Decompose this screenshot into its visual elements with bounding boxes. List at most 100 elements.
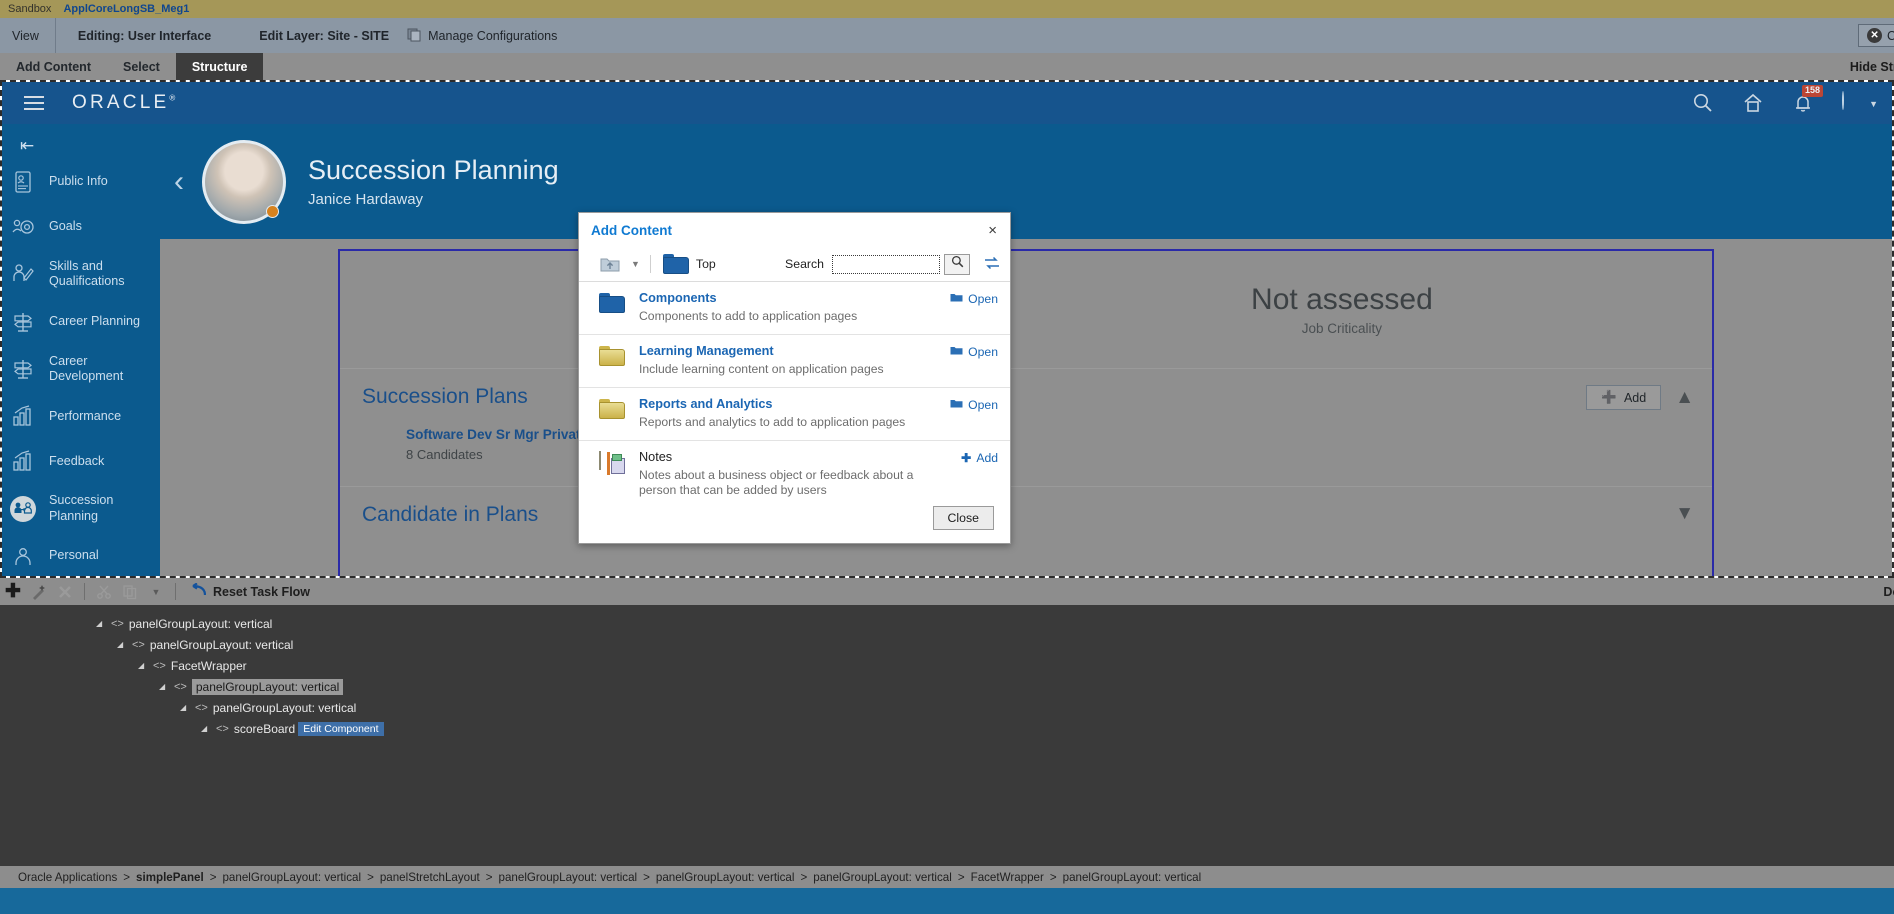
breadcrumb-item[interactable]: panelGroupLayout: vertical bbox=[813, 871, 952, 884]
reset-task-flow-button[interactable]: Reset Task Flow bbox=[182, 582, 310, 600]
list-item-text: Reports and Analytics Reports and analyt… bbox=[639, 397, 998, 431]
notes-icon bbox=[599, 450, 627, 475]
sidebar-item-career-development[interactable]: Career Development bbox=[2, 347, 160, 392]
list-item-title[interactable]: Components bbox=[639, 291, 928, 305]
list-item[interactable]: Learning Management Include learning con… bbox=[579, 335, 1010, 388]
tree-node[interactable]: ◢ <> scoreBoard Edit Component bbox=[0, 718, 1894, 739]
list-item[interactable]: Components Components to add to applicat… bbox=[579, 282, 1010, 335]
hide-structure-button[interactable]: Hide Structure bbox=[1850, 53, 1894, 80]
tree-node-label: panelGroupLayout: vertical bbox=[191, 678, 344, 695]
x-icon[interactable] bbox=[52, 578, 78, 605]
expand-triangle-icon[interactable]: ◢ bbox=[159, 682, 169, 691]
dialog-close-button[interactable]: Close bbox=[932, 506, 994, 530]
breadcrumb-item[interactable]: simplePanel bbox=[136, 871, 204, 884]
folder-blue-icon bbox=[599, 291, 627, 313]
tree-node[interactable]: ◢ <> panelGroupLayout: vertical bbox=[0, 613, 1894, 634]
hamburger-menu-icon[interactable] bbox=[24, 92, 44, 114]
sidebar-item-public-info[interactable]: Public Info bbox=[2, 162, 160, 202]
sidebar-item-personal[interactable]: Personal bbox=[2, 536, 160, 576]
plan-row: Software Dev Sr Mgr Private Plan 8 Candi… bbox=[362, 409, 1690, 472]
collapse-section-icon[interactable]: ▲ bbox=[1675, 387, 1694, 409]
list-item-text: Components Components to add to applicat… bbox=[639, 291, 998, 325]
tab-add-content[interactable]: Add Content bbox=[0, 53, 107, 80]
selected-region[interactable]: Low Risk of Loss Not assessed Job Critic… bbox=[338, 249, 1714, 576]
dock-button[interactable]: Dock bbox=[1883, 585, 1894, 599]
upload-folder-icon[interactable] bbox=[599, 254, 621, 274]
target-icon bbox=[10, 214, 36, 240]
plus-icon[interactable]: ✚ bbox=[0, 578, 26, 605]
collapse-rail-icon[interactable]: ⇤ bbox=[2, 124, 160, 162]
close-editor-button[interactable]: ✕ Close bbox=[1858, 24, 1894, 47]
wand-icon[interactable] bbox=[26, 578, 52, 605]
expand-section-icon[interactable]: ▼ bbox=[1675, 503, 1694, 525]
breadcrumb-item[interactable]: Oracle Applications bbox=[18, 871, 117, 884]
sidebar-item-skills-and-qualifications[interactable]: Skills and Qualifications bbox=[2, 252, 160, 297]
expand-triangle-icon[interactable]: ◢ bbox=[138, 661, 148, 670]
breadcrumb-item[interactable]: FacetWrapper bbox=[971, 871, 1044, 884]
chevron-down-icon[interactable]: ▼ bbox=[143, 578, 169, 605]
list-item-title: Notes bbox=[639, 449, 673, 464]
open-action-link[interactable]: Open bbox=[950, 398, 998, 412]
close-icon[interactable]: × bbox=[985, 222, 1000, 239]
expand-triangle-icon[interactable]: ◢ bbox=[180, 703, 190, 712]
breadcrumb-item[interactable]: panelGroupLayout: vertical bbox=[499, 871, 638, 884]
badge-person-icon bbox=[10, 169, 36, 195]
copy-icon[interactable] bbox=[117, 578, 143, 605]
tree-node[interactable]: ◢ <> panelGroupLayout: vertical bbox=[0, 697, 1894, 718]
person-avatar[interactable] bbox=[202, 139, 286, 224]
signpost-icon bbox=[10, 309, 36, 335]
search-icon[interactable] bbox=[1692, 92, 1714, 114]
sidebar-item-succession-planning[interactable]: Succession Planning bbox=[2, 486, 160, 531]
tree-node[interactable]: ◢ <> FacetWrapper bbox=[0, 655, 1894, 676]
list-item-title[interactable]: Learning Management bbox=[639, 344, 928, 358]
add-plan-button[interactable]: ➕ Add bbox=[1586, 385, 1662, 410]
chevron-down-icon[interactable]: ▼ bbox=[621, 259, 650, 269]
search-submit-button[interactable] bbox=[944, 253, 970, 275]
tab-select[interactable]: Select bbox=[107, 53, 176, 80]
view-menu-button[interactable]: View bbox=[0, 18, 56, 53]
edit-component-chip[interactable]: Edit Component bbox=[298, 721, 384, 736]
add-action-link[interactable]: ✚ Add bbox=[961, 451, 998, 465]
tree-node[interactable]: ◢ <> panelGroupLayout: vertical bbox=[0, 634, 1894, 655]
home-icon[interactable] bbox=[1742, 92, 1764, 114]
breadcrumb-item[interactable]: panelGroupLayout: vertical bbox=[1063, 871, 1202, 884]
notifications-bell-icon[interactable]: 158 bbox=[1792, 85, 1824, 114]
search-input[interactable] bbox=[832, 254, 940, 274]
sidebar-item-goals[interactable]: Goals bbox=[2, 207, 160, 247]
structure-tree: ◢ <> panelGroupLayout: vertical ◢ <> pan… bbox=[0, 605, 1894, 739]
open-folder-icon bbox=[950, 292, 963, 306]
expand-triangle-icon[interactable]: ◢ bbox=[201, 724, 211, 733]
sidebar-item-career-planning[interactable]: Career Planning bbox=[2, 302, 160, 342]
manage-configurations-button[interactable]: Manage Configurations bbox=[389, 27, 557, 45]
section-candidate-in-plans: Candidate in Plans ▼ bbox=[340, 487, 1712, 541]
tab-structure[interactable]: Structure bbox=[175, 53, 264, 80]
sidebar-item-performance[interactable]: Performance bbox=[2, 396, 160, 436]
sidebar-item-label: Feedback bbox=[49, 453, 105, 468]
breadcrumb-item[interactable]: panelGroupLayout: vertical bbox=[656, 871, 795, 884]
sidebar-item-feedback[interactable]: Feedback bbox=[2, 441, 160, 481]
back-chevron-icon[interactable]: ‹ bbox=[174, 165, 184, 199]
open-action-link[interactable]: Open bbox=[950, 345, 998, 359]
current-folder-breadcrumb[interactable]: Top bbox=[651, 254, 716, 274]
avatar bbox=[1842, 91, 1844, 110]
user-avatar-menu[interactable]: ▼ bbox=[1842, 91, 1878, 114]
hide-structure-label: Hide Structure bbox=[1849, 59, 1894, 74]
sidebar-item-label: Goals bbox=[49, 219, 82, 234]
expand-triangle-icon[interactable]: ◢ bbox=[96, 619, 106, 628]
tab-structure-label: Structure bbox=[191, 59, 248, 74]
scissors-icon[interactable] bbox=[91, 578, 117, 605]
breadcrumb-separator: > bbox=[957, 870, 965, 884]
add-action-label: Add bbox=[976, 450, 998, 465]
list-item[interactable]: Reports and Analytics Reports and analyt… bbox=[579, 388, 1010, 441]
list-item-title[interactable]: Reports and Analytics bbox=[639, 397, 928, 411]
open-action-link[interactable]: Open bbox=[950, 292, 998, 306]
folder-yellow-icon bbox=[599, 344, 627, 366]
breadcrumb-item[interactable]: panelStretchLayout bbox=[380, 871, 480, 884]
tree-node-selected[interactable]: ◢ <> panelGroupLayout: vertical bbox=[0, 676, 1894, 697]
sandbox-name-link[interactable]: ApplCoreLongSB_Meg1 bbox=[63, 3, 189, 15]
breadcrumb-item[interactable]: panelGroupLayout: vertical bbox=[222, 871, 361, 884]
refresh-icon[interactable] bbox=[984, 256, 1000, 273]
expand-triangle-icon[interactable]: ◢ bbox=[117, 640, 127, 649]
page-title: Succession Planning bbox=[308, 154, 559, 185]
screen-root: Sandbox ApplCoreLongSB_Meg1 View Editing… bbox=[0, 0, 1894, 914]
